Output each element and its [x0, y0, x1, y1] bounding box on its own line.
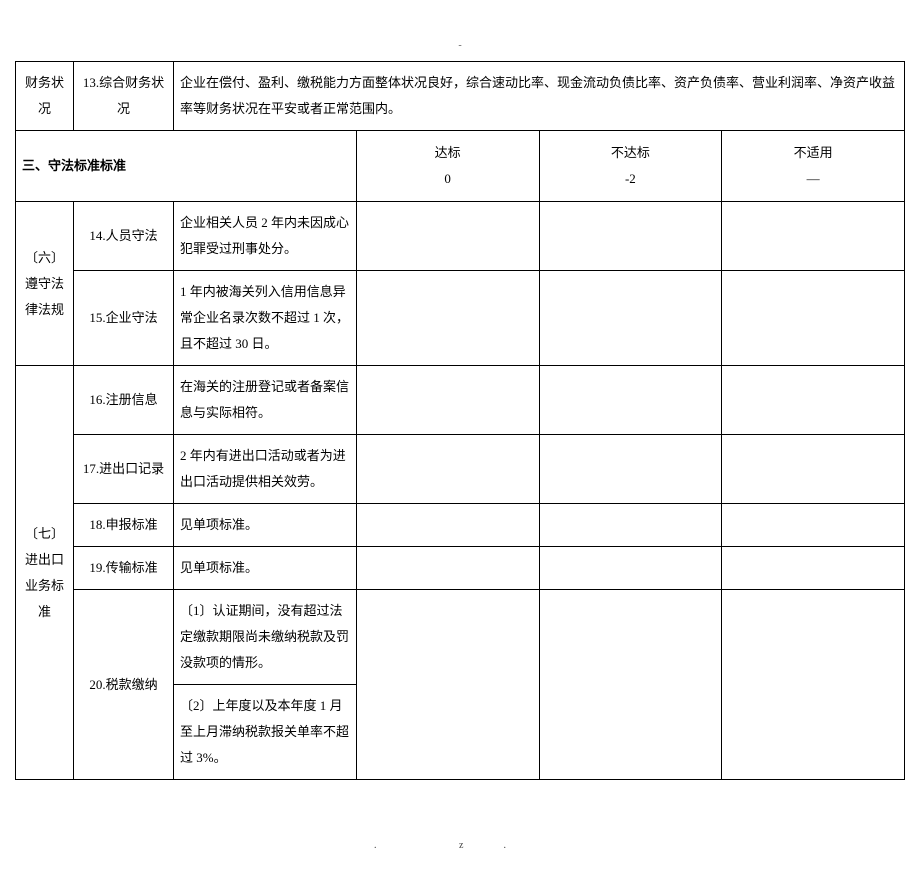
standards-table: 财务状况 13.综合财务状况 企业在偿付、盈利、缴税能力方面整体状况良好，综合速… [15, 61, 905, 780]
score-value: 0 [444, 171, 451, 186]
score-label: 不达标 [611, 145, 650, 160]
table-row: 〔七〕进出口业务标准 16.注册信息 在海关的注册登记或者备案信息与实际相符。 [16, 366, 905, 435]
score-header: 达标 0 [356, 131, 539, 202]
desc-cell: 企业在偿付、盈利、缴税能力方面整体状况良好，综合速动比率、现金流动负债比率、资产… [174, 62, 905, 131]
score-value: -2 [625, 171, 636, 186]
desc-cell: 见单项标准。 [174, 547, 357, 590]
score-cell [539, 366, 722, 435]
item-cell: 17.进出口记录 [74, 435, 174, 504]
score-cell [722, 590, 905, 780]
score-cell [539, 504, 722, 547]
score-cell [356, 202, 539, 271]
item-cell: 14.人员守法 [74, 202, 174, 271]
score-label: 达标 [435, 145, 461, 160]
table-row: 17.进出口记录 2 年内有进出口活动或者为进出口活动提供相关效劳。 [16, 435, 905, 504]
table-row: 财务状况 13.综合财务状况 企业在偿付、盈利、缴税能力方面整体状况良好，综合速… [16, 62, 905, 131]
score-cell [356, 590, 539, 780]
score-cell [356, 504, 539, 547]
score-cell [356, 271, 539, 366]
item-cell: 19.传输标准 [74, 547, 174, 590]
score-value: — [807, 171, 820, 186]
score-cell [722, 504, 905, 547]
score-cell [722, 366, 905, 435]
page-footer-marker: . z. [15, 840, 905, 851]
score-cell [356, 435, 539, 504]
desc-cell: 见单项标准。 [174, 504, 357, 547]
desc-cell: 〔2〕上年度以及本年度 1 月至上月滞纳税款报关单率不超过 3%。 [174, 685, 357, 780]
table-row: 〔六〕遵守法律法规 14.人员守法 企业相关人员 2 年内未因成心犯罪受过刑事处… [16, 202, 905, 271]
item-cell: 16.注册信息 [74, 366, 174, 435]
score-cell [356, 366, 539, 435]
score-label: 不适用 [794, 145, 833, 160]
score-cell [722, 271, 905, 366]
score-cell [722, 435, 905, 504]
score-cell [539, 590, 722, 780]
table-row: 18.申报标准 见单项标准。 [16, 504, 905, 547]
category-cell: 财务状况 [16, 62, 74, 131]
item-cell: 15.企业守法 [74, 271, 174, 366]
score-header: 不适用 — [722, 131, 905, 202]
desc-cell: 〔1〕认证期间，没有超过法定缴款期限尚未缴纳税款及罚没款项的情形。 [174, 590, 357, 685]
category-cell: 〔六〕遵守法律法规 [16, 202, 74, 366]
section-title: 三、守法标准标准 [16, 131, 357, 202]
table-row: 15.企业守法 1 年内被海关列入信用信息异常企业名录次数不超过 1 次，且不超… [16, 271, 905, 366]
desc-cell: 在海关的注册登记或者备案信息与实际相符。 [174, 366, 357, 435]
score-cell [539, 435, 722, 504]
table-row: 20.税款缴纳 〔1〕认证期间，没有超过法定缴款期限尚未缴纳税款及罚没款项的情形… [16, 590, 905, 685]
item-cell: 13.综合财务状况 [74, 62, 174, 131]
score-header: 不达标 -2 [539, 131, 722, 202]
score-cell [539, 202, 722, 271]
section-header-row: 三、守法标准标准 达标 0 不达标 -2 不适用 — [16, 131, 905, 202]
item-cell: 18.申报标准 [74, 504, 174, 547]
table-row: 19.传输标准 见单项标准。 [16, 547, 905, 590]
score-cell [539, 547, 722, 590]
score-cell [722, 202, 905, 271]
desc-cell: 1 年内被海关列入信用信息异常企业名录次数不超过 1 次，且不超过 30 日。 [174, 271, 357, 366]
page-top-marker: - [15, 40, 905, 51]
desc-cell: 企业相关人员 2 年内未因成心犯罪受过刑事处分。 [174, 202, 357, 271]
desc-cell: 2 年内有进出口活动或者为进出口活动提供相关效劳。 [174, 435, 357, 504]
score-cell [722, 547, 905, 590]
score-cell [356, 547, 539, 590]
item-cell: 20.税款缴纳 [74, 590, 174, 780]
category-cell: 〔七〕进出口业务标准 [16, 366, 74, 780]
score-cell [539, 271, 722, 366]
